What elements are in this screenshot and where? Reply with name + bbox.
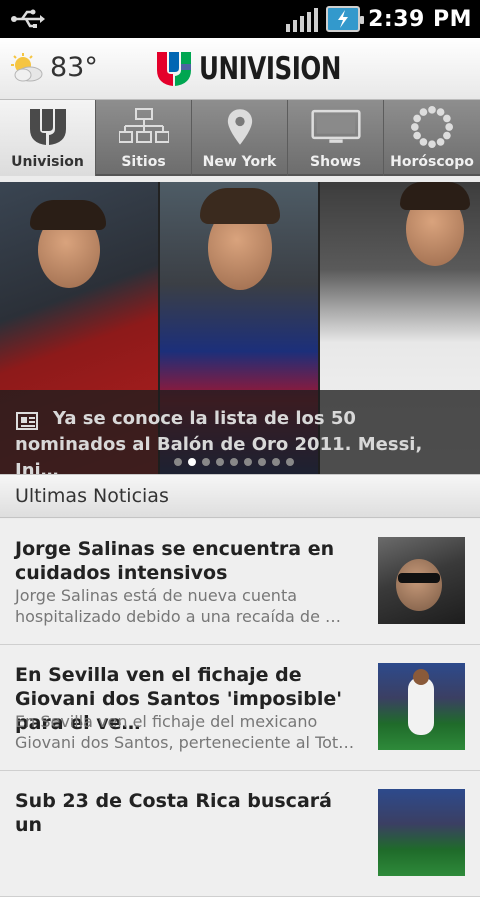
pagination-dot[interactable] bbox=[272, 458, 280, 466]
tab-label: New York bbox=[202, 154, 277, 170]
news-summary: Jorge Salinas está de nueva cuenta hospi… bbox=[15, 586, 342, 626]
nav-tabs: Univision Sitios New York Shows Horóscop… bbox=[0, 100, 480, 176]
signal-icon bbox=[286, 6, 319, 32]
news-title: Sub 23 de Costa Rica buscará un bbox=[15, 790, 332, 836]
tab-sitios[interactable]: Sitios bbox=[96, 100, 192, 176]
logo-text: UNIVISION bbox=[199, 51, 341, 87]
news-thumbnail bbox=[378, 663, 465, 750]
tab-univision[interactable]: Univision bbox=[0, 100, 96, 176]
status-bar: 2:39 PM bbox=[0, 0, 480, 38]
univision-logo: UNIVISION bbox=[155, 50, 360, 88]
pagination-dot[interactable] bbox=[244, 458, 252, 466]
pagination-dot[interactable] bbox=[230, 458, 238, 466]
news-thumbnail bbox=[378, 789, 465, 876]
list-item[interactable]: Jorge Salinas se encuentra en cuidados i… bbox=[0, 519, 480, 645]
tab-new-york[interactable]: New York bbox=[192, 100, 288, 176]
list-item[interactable]: Sub 23 de Costa Rica buscará un bbox=[0, 771, 480, 897]
tab-horoscopo[interactable]: Horóscopo bbox=[384, 100, 480, 176]
pagination-dot[interactable] bbox=[216, 458, 224, 466]
pagination-dot[interactable] bbox=[202, 458, 210, 466]
zodiac-ring-icon bbox=[411, 106, 453, 148]
weather-widget[interactable]: 83° bbox=[10, 52, 98, 83]
news-list: Jorge Salinas se encuentra en cuidados i… bbox=[0, 519, 480, 897]
tv-icon bbox=[310, 109, 361, 143]
tab-label: Univision bbox=[11, 154, 84, 170]
pagination-dot[interactable] bbox=[286, 458, 294, 466]
univision-logo-icon bbox=[29, 109, 66, 145]
app-header: 83° UNIVISION bbox=[0, 38, 480, 100]
section-title: Ultimas Noticias bbox=[15, 485, 169, 507]
list-item[interactable]: En Sevilla ven el fichaje de Giovani dos… bbox=[0, 645, 480, 771]
battery-charging-icon bbox=[326, 6, 365, 32]
pagination-dot[interactable] bbox=[188, 458, 196, 466]
carousel-pagination[interactable] bbox=[174, 458, 294, 466]
tab-label: Horóscopo bbox=[390, 154, 474, 170]
news-title: Jorge Salinas se encuentra en cuidados i… bbox=[15, 538, 335, 584]
univision-logo-icon bbox=[157, 52, 191, 86]
tab-label: Sitios bbox=[121, 154, 166, 170]
tab-shows[interactable]: Shows bbox=[288, 100, 384, 176]
pagination-dot[interactable] bbox=[258, 458, 266, 466]
sitemap-icon bbox=[118, 108, 169, 143]
section-header: Ultimas Noticias bbox=[0, 474, 480, 518]
carousel-caption[interactable]: Ya se conoce la lista de los 50 nominado… bbox=[0, 390, 480, 474]
temperature: 83° bbox=[50, 52, 98, 83]
news-thumbnail bbox=[378, 537, 465, 624]
usb-icon bbox=[11, 9, 45, 28]
clock: 2:39 PM bbox=[368, 6, 472, 32]
pagination-dot[interactable] bbox=[174, 458, 182, 466]
partly-cloudy-icon bbox=[11, 52, 43, 81]
tab-label: Shows bbox=[310, 154, 361, 170]
featured-carousel[interactable]: Ya se conoce la lista de los 50 nominado… bbox=[0, 182, 480, 474]
location-pin-icon bbox=[227, 109, 252, 145]
news-summary: En Sevilla ven el fichaje del mexicano G… bbox=[15, 712, 355, 752]
